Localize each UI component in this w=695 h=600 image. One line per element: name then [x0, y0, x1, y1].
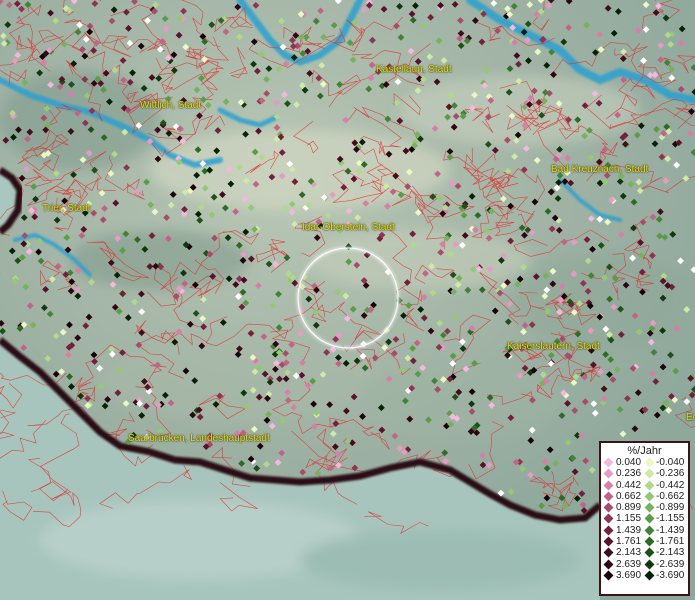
legend-swatch-positive — [603, 536, 614, 547]
legend-value-positive: 1.439 — [616, 524, 642, 536]
legend-rows: 0.040 -0.040 0.236 -0.236 0.442 -0.442 0.662 -0… — [601, 457, 688, 581]
legend-value-negative: -0.442 — [656, 479, 685, 491]
legend-value-negative: -1.155 — [656, 513, 685, 525]
legend-row: 0.236 -0.236 — [601, 468, 688, 479]
legend-swatch-negative — [644, 457, 655, 468]
legend-swatch-negative — [644, 502, 655, 513]
map-canvas[interactable] — [0, 0, 695, 600]
legend-value-positive: 0.442 — [616, 479, 642, 491]
legend-value-negative: -2.143 — [656, 547, 685, 559]
legend-swatch-negative — [644, 559, 655, 570]
legend-swatch-positive — [603, 547, 614, 558]
legend-swatch-positive — [603, 457, 614, 468]
city-label: Kastellaun, Stadt — [376, 64, 452, 75]
legend-row: 3.690 -3.690 — [601, 570, 688, 581]
legend-value-positive: 2.143 — [616, 547, 642, 559]
legend-swatch-positive — [603, 525, 614, 536]
city-label: Kaiserslautern, Stadt — [507, 341, 600, 352]
legend-row: 0.662 -0.662 — [601, 491, 688, 502]
legend-value-positive: 0.040 — [616, 457, 642, 468]
city-label: Idar-Oberstein, Stadt — [302, 222, 395, 233]
legend-value-positive: 0.236 — [616, 468, 642, 480]
legend-row: 2.639 -2.639 — [601, 559, 688, 570]
legend-title: %/Jahr — [627, 445, 662, 457]
legend-value-positive: 1.761 — [616, 536, 642, 548]
legend-value-negative: -0.040 — [656, 457, 685, 468]
legend-swatch-positive — [603, 468, 614, 479]
legend-swatch-negative — [644, 514, 655, 524]
legend-swatch-positive — [603, 502, 614, 513]
legend-swatch-positive — [603, 480, 614, 491]
legend-swatch-negative — [644, 525, 655, 536]
legend-swatch-positive — [603, 570, 614, 581]
city-label: Wittlich, Stadt — [140, 100, 202, 111]
legend-value-positive: 1.155 — [616, 513, 642, 525]
city-label: Trier, Stadt — [42, 203, 91, 214]
legend-swatch-negative — [644, 536, 655, 547]
legend-swatch-positive — [603, 514, 614, 524]
legend-swatch-positive — [603, 559, 614, 570]
legend-value-positive: 0.662 — [616, 490, 642, 502]
legend-row: 0.442 -0.442 — [601, 480, 688, 491]
legend-value-positive: 3.690 — [616, 569, 642, 581]
legend: %/Jahr 0.040 -0.040 0.236 -0.236 0.442 -0.442… — [599, 441, 690, 596]
legend-row: 1.439 -1.439 — [601, 525, 688, 536]
legend-value-negative: -1.439 — [656, 524, 685, 536]
legend-value-negative: -0.662 — [656, 490, 685, 502]
legend-row: 0.899 -0.899 — [601, 502, 688, 513]
legend-value-negative: -0.899 — [656, 502, 685, 514]
legend-swatch-positive — [603, 491, 614, 502]
city-label: Bad Kreuznach, Stadt — [551, 164, 649, 175]
legend-value-negative: -1.761 — [656, 536, 685, 548]
city-label: Ed — [686, 412, 695, 423]
legend-value-negative: -3.690 — [656, 569, 685, 581]
legend-value-positive: 0.899 — [616, 502, 642, 514]
legend-swatch-negative — [644, 570, 655, 581]
legend-row: 2.143 -2.143 — [601, 547, 688, 558]
legend-swatch-negative — [644, 468, 655, 479]
legend-row: 1.761 -1.761 — [601, 536, 688, 547]
legend-value-negative: -2.639 — [656, 558, 685, 570]
legend-row: 1.155 -1.155 — [601, 513, 688, 524]
legend-row: 0.040 -0.040 — [601, 457, 688, 468]
legend-value-negative: -0.236 — [656, 468, 685, 480]
city-label: Saarbrücken, Landeshauptstadt — [128, 433, 270, 444]
legend-swatch-negative — [644, 547, 655, 558]
legend-swatch-negative — [644, 480, 655, 491]
legend-swatch-negative — [644, 491, 655, 502]
legend-value-positive: 2.639 — [616, 558, 642, 570]
